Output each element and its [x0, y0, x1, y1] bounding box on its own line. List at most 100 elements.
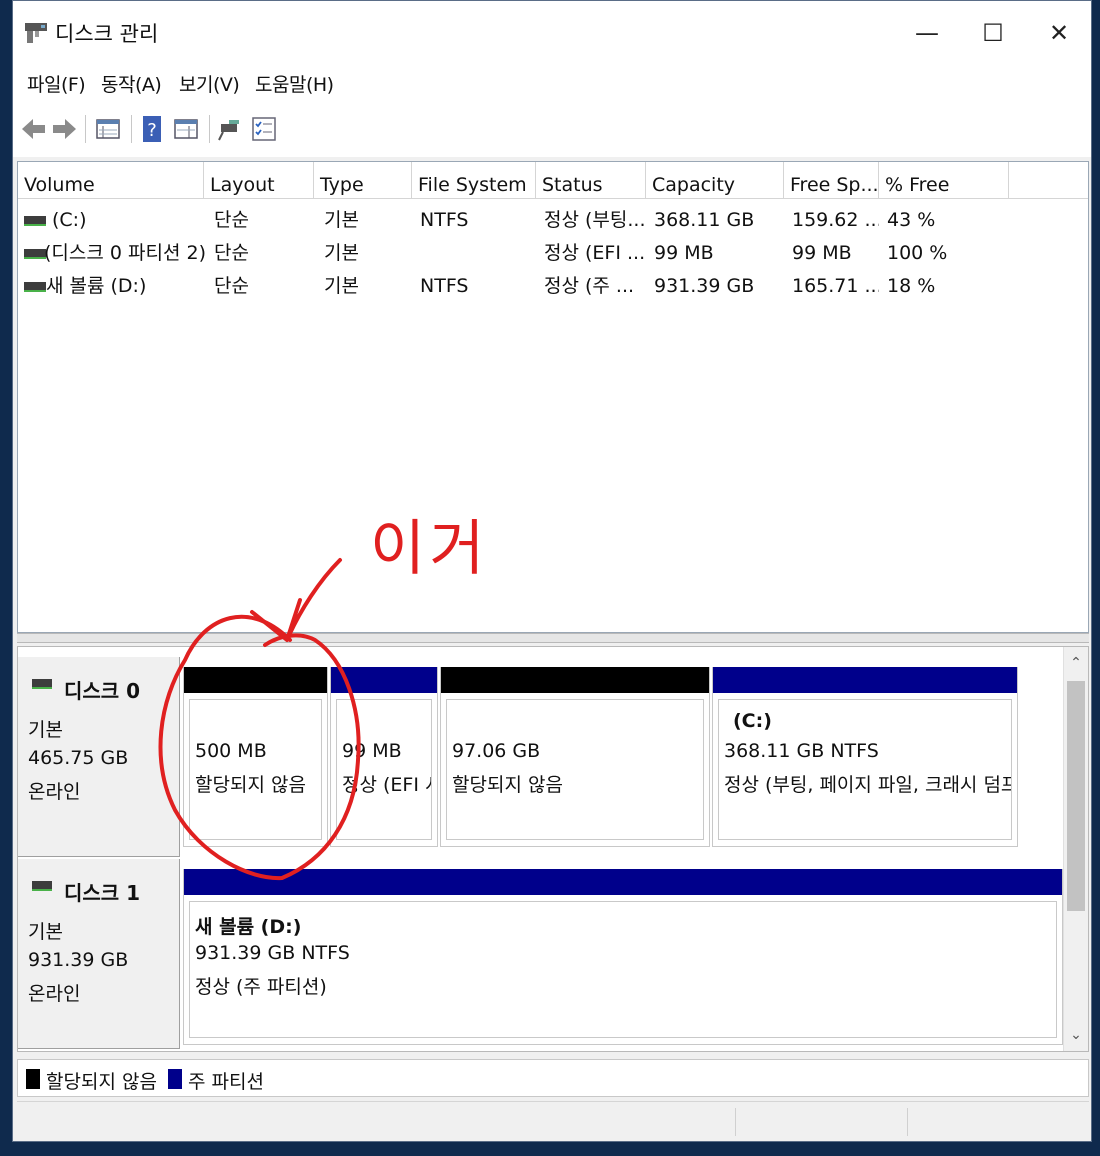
partition-bar-primary: [184, 869, 1062, 895]
back-arrow-icon[interactable]: [19, 114, 49, 144]
partition-status: 정상 (EFI 시: [342, 774, 431, 796]
partition-status: 정상 (주 파티션): [195, 976, 327, 998]
partition-size: 931.39 GB NTFS: [195, 942, 350, 964]
connect-icon[interactable]: [215, 114, 245, 144]
volume-capacity: 931.39 GB: [654, 275, 755, 297]
menu-file[interactable]: 파일(F): [27, 70, 86, 97]
legend-label-primary: 주 파티션: [188, 1071, 264, 1093]
scrollbar-thumb[interactable]: [1067, 681, 1085, 911]
volume-name: (C:): [52, 209, 87, 231]
disk-type: 기본: [28, 719, 63, 741]
disk-state: 온라인: [28, 983, 81, 1005]
status-bar: [17, 1101, 1089, 1142]
checklist-icon[interactable]: [249, 114, 279, 144]
volume-capacity: 99 MB: [654, 242, 714, 264]
disk-type: 기본: [28, 921, 63, 943]
volume-type: 기본: [324, 242, 359, 264]
volume-capacity: 368.11 GB: [654, 209, 755, 231]
close-button[interactable]: ✕: [1031, 11, 1087, 55]
disk-state: 온라인: [28, 781, 81, 803]
toolbar-separator: [85, 115, 86, 143]
properties-icon[interactable]: [171, 114, 201, 144]
disk-map-panel: 디스크 0 기본 465.75 GB 온라인 500 MB 할당되지 않음 99…: [17, 646, 1089, 1052]
partition-size: 97.06 GB: [452, 740, 541, 762]
toolbar-separator: [131, 115, 132, 143]
legend-bar: 할당되지 않음 주 파티션: [17, 1059, 1089, 1097]
legend-label-unallocated: 할당되지 않음: [46, 1071, 157, 1093]
column-header-capacity[interactable]: Capacity: [646, 162, 784, 198]
partition-d-drive[interactable]: 새 볼륨 (D:) 931.39 GB NTFS 정상 (주 파티션): [183, 869, 1063, 1045]
menu-view[interactable]: 보기(V): [179, 70, 240, 97]
column-header-file-system[interactable]: File System: [412, 162, 536, 198]
help-icon[interactable]: ?: [137, 114, 167, 144]
column-header-type[interactable]: Type: [314, 162, 412, 198]
partition-status: 할당되지 않음: [452, 774, 563, 796]
disk-name: 디스크 1: [64, 881, 141, 905]
partition-body: 새 볼륨 (D:) 931.39 GB NTFS 정상 (주 파티션): [189, 901, 1057, 1038]
disk-0-label[interactable]: 디스크 0 기본 465.75 GB 온라인: [18, 657, 180, 857]
maximize-button[interactable]: ☐: [965, 11, 1021, 55]
disk-icon: [32, 679, 52, 689]
partition-body: 97.06 GB 할당되지 않음: [446, 699, 704, 840]
volume-list-header: Volume Layout Type File System Status Ca…: [18, 162, 1088, 199]
window-title: 디스크 관리: [55, 22, 159, 46]
svg-text:?: ?: [147, 120, 157, 141]
disk-icon: [32, 881, 52, 891]
legend-swatch-unallocated: [26, 1069, 40, 1089]
table-row[interactable]: 새 볼륨 (D:) 단순 기본 NTFS 정상 (주 ... 931.39 GB…: [18, 270, 1088, 303]
partition-body: 500 MB 할당되지 않음: [189, 699, 322, 840]
volume-type: 기본: [324, 209, 359, 231]
partition-size: 500 MB: [195, 740, 267, 762]
forward-arrow-icon[interactable]: [49, 114, 79, 144]
scroll-up-icon[interactable]: ⌃: [1064, 651, 1088, 675]
status-separator: [735, 1108, 736, 1136]
volume-list: Volume Layout Type File System Status Ca…: [17, 161, 1089, 633]
menu-bar: 파일(F) 동작(A) 보기(V) 도움말(H): [13, 63, 1091, 104]
disk-view-icon[interactable]: [93, 114, 123, 144]
partition-bar-primary: [331, 667, 437, 693]
disk-management-window: 디스크 관리 — ☐ ✕ 파일(F) 동작(A) 보기(V) 도움말(H) ?: [12, 0, 1092, 1142]
volume-file-system: NTFS: [420, 275, 469, 297]
menu-action[interactable]: 동작(A): [101, 70, 162, 97]
volume-status: 정상 (EFI ...: [544, 242, 646, 264]
close-icon: ✕: [1048, 19, 1070, 47]
partition-unallocated-97gb[interactable]: 97.06 GB 할당되지 않음: [440, 667, 710, 847]
column-header-percent-free[interactable]: % Free: [879, 162, 1009, 198]
menu-help[interactable]: 도움말(H): [255, 70, 334, 97]
pane-splitter[interactable]: [17, 633, 1089, 643]
volume-layout: 단순: [214, 209, 249, 231]
volume-free-space: 99 MB: [792, 242, 852, 264]
volume-file-system: [414, 237, 536, 270]
volume-percent-free: 43 %: [887, 209, 936, 231]
column-header-status[interactable]: Status: [536, 162, 646, 198]
partition-efi[interactable]: 99 MB 정상 (EFI 시: [330, 667, 438, 847]
partition-unallocated-500mb[interactable]: 500 MB 할당되지 않음: [183, 667, 328, 847]
disk-size: 465.75 GB: [28, 747, 129, 769]
disk-1-label[interactable]: 디스크 1 기본 931.39 GB 온라인: [18, 859, 180, 1049]
status-separator: [907, 1108, 908, 1136]
column-header-volume[interactable]: Volume: [18, 162, 204, 198]
table-row[interactable]: (디스크 0 파티션 2) 단순 기본 정상 (EFI ... 99 MB 99…: [18, 237, 1088, 270]
volume-icon: [24, 216, 46, 226]
title-bar: 디스크 관리 — ☐ ✕: [13, 1, 1091, 63]
volume-status: 정상 (주 ...: [544, 275, 635, 297]
partition-c-drive[interactable]: (C:) 368.11 GB NTFS 정상 (부팅, 페이지 파일, 크래시 …: [712, 667, 1018, 847]
column-header-free-space[interactable]: Free Sp...: [784, 162, 879, 198]
volume-name: (디스크 0 파티션 2): [44, 242, 206, 264]
partition-title: 새 볼륨 (D:): [195, 916, 302, 938]
disk-map-scrollbar[interactable]: ⌃ ⌄: [1063, 647, 1088, 1051]
table-row[interactable]: (C:) 단순 기본 NTFS 정상 (부팅... 368.11 GB 159.…: [18, 204, 1088, 237]
partition-size: 99 MB: [342, 740, 402, 762]
partition-bar-primary: [713, 667, 1017, 693]
scroll-down-icon[interactable]: ⌄: [1064, 1023, 1088, 1047]
minimize-button[interactable]: —: [899, 11, 955, 55]
partition-size: 368.11 GB NTFS: [724, 740, 879, 762]
volume-file-system: NTFS: [420, 209, 469, 231]
toolbar-separator: [209, 115, 210, 143]
volume-type: 기본: [324, 275, 359, 297]
volume-status: 정상 (부팅...: [544, 209, 646, 231]
column-header-layout[interactable]: Layout: [204, 162, 314, 198]
partition-status: 할당되지 않음: [195, 774, 306, 796]
disk-size: 931.39 GB: [28, 949, 129, 971]
volume-layout: 단순: [214, 275, 249, 297]
